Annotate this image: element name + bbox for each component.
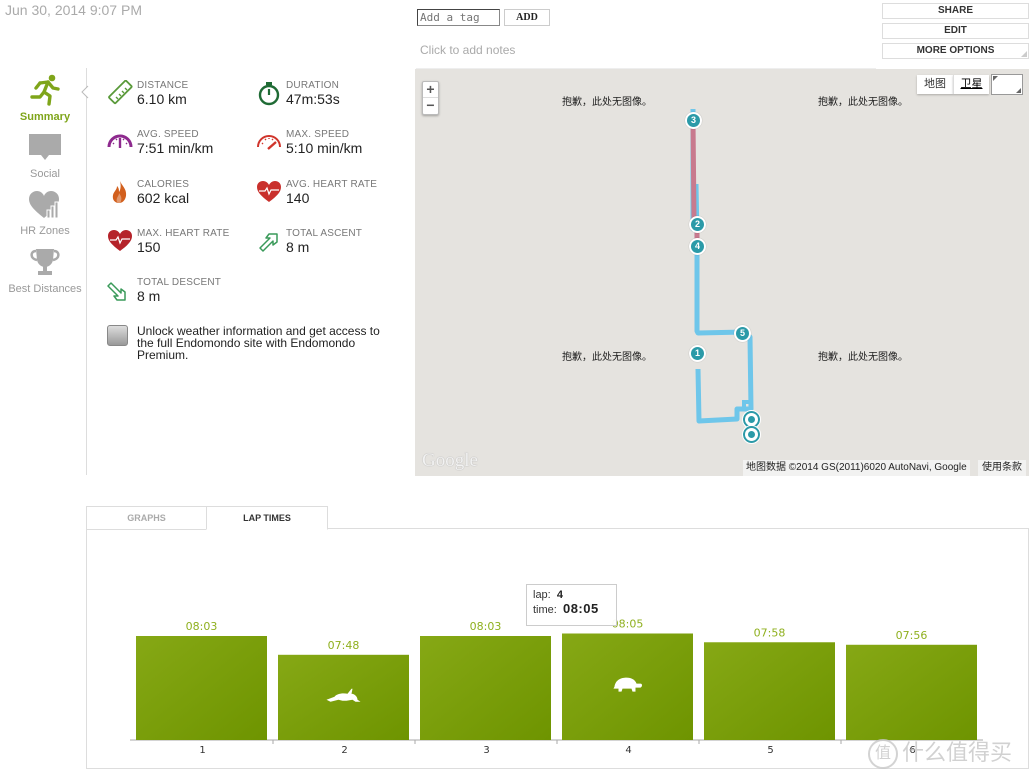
sidebar-label: Social [30,168,60,180]
chart-tabs: GRAPHS LAP TIMES [86,506,1029,530]
tag-input[interactable] [417,9,500,26]
lap-bar-5[interactable] [704,642,835,740]
stat-value: 150 [137,239,161,255]
lap-marker-4[interactable]: 4 [689,238,706,255]
share-button[interactable]: SHARE [882,3,1029,19]
sidebar-label: Best Distances [8,283,82,295]
stat-value: 602 kcal [137,190,190,206]
arrow-up-right-icon [259,233,278,252]
tooltip-lap-label: lap: [533,589,551,601]
resize-grip-icon [1021,51,1027,57]
tab-graphs[interactable]: GRAPHS [86,506,207,530]
lap-time-label: 07:56 [896,629,928,642]
stat-label: TOTAL DESCENT [137,277,222,288]
lap-marker-1[interactable]: 1 [689,345,706,362]
stat-label: DISTANCE [137,80,189,91]
lap-bar-3[interactable] [420,636,551,740]
stat-value: 7:51 min/km [137,140,214,156]
heart-pulse-icon [257,181,281,202]
lap-time-label: 08:03 [186,620,218,633]
route-line [690,109,754,424]
stat-value: 8 m [286,239,310,255]
heart-chart-icon [29,191,59,219]
arrow-down-right-icon [107,282,126,301]
tooltip-time-row: time: 08:05 [533,601,610,616]
map-type-map-button[interactable]: 地图 [917,75,953,94]
x-axis-label: 3 [483,745,489,756]
zoom-in-button[interactable]: + [423,82,438,98]
stat-value: 8 m [137,288,161,304]
fullscreen-icon [993,76,1021,93]
lap-bar-6[interactable] [846,644,977,740]
heart-pulse-max-icon [108,230,132,251]
ruler-icon [108,80,133,105]
sidebar-divider [86,68,87,475]
map-type-satellite-button[interactable]: 卫星 [953,75,989,94]
lap-tooltip: lap: 4 time: 08:05 [526,584,617,626]
stat-label: TOTAL ASCENT [286,228,363,239]
x-axis-label: 5 [767,745,773,756]
fullscreen-button[interactable] [991,74,1023,95]
map-zoom-control: + − [422,81,439,115]
stat-label: AVG. SPEED [137,129,199,140]
lap-time-label: 08:03 [470,620,502,633]
stat-label: MAX. HEART RATE [137,228,230,239]
stat-label: CALORIES [137,179,190,190]
speedometer-max-icon [257,135,281,150]
sidebar-item-social[interactable]: Social [0,133,90,181]
sidebar-item-summary[interactable]: Summary [0,74,90,124]
more-options-label: MORE OPTIONS [916,45,995,56]
route-map[interactable]: 抱歉，此处无图像。 抱歉，此处无图像。 抱歉，此处无图像。 抱歉，此处无图像。 … [415,69,1029,476]
lap-marker-3[interactable]: 3 [685,112,702,129]
edit-button[interactable]: EDIT [882,23,1029,39]
lap-time-label: 07:58 [754,626,786,639]
more-options-button[interactable]: MORE OPTIONS [882,43,1029,59]
sidebar-item-best-distances[interactable]: Best Distances [0,248,90,296]
route-path [690,109,754,424]
sidebar-label: HR Zones [20,225,70,237]
runner-icon [30,74,60,106]
sidebar-label: Summary [19,111,71,123]
lap-marker-2[interactable]: 2 [689,216,706,233]
flame-icon [112,181,127,203]
tooltip-time-label: time: [533,604,557,616]
lap-bar-1[interactable] [136,636,267,740]
stat-label: DURATION [286,80,340,91]
x-axis-label: 6 [909,745,915,756]
stopwatch-icon [258,82,280,106]
active-pointer-icon [81,85,89,99]
x-axis-label: 1 [199,745,205,756]
stat-label: MAX. SPEED [286,129,350,140]
speech-bubble-icon [29,134,61,160]
tooltip-time-value: 08:05 [562,601,599,616]
tooltip-lap-row: lap: 4 [533,589,610,601]
stat-value: 47m:53s [286,91,340,107]
speedometer-icon [107,134,133,148]
stat-value: 5:10 min/km [286,140,363,156]
zoom-out-button[interactable]: − [423,98,438,114]
weather-premium-icon [107,325,128,346]
map-attribution: 地图数据 ©2014 GS(2011)6020 AutoNavi, Google [743,460,970,476]
notes-field[interactable]: Click to add notes [420,43,515,57]
promo-text: Unlock weather information and get acces… [137,324,380,362]
start-marker[interactable] [742,425,761,444]
activity-date: Jun 30, 2014 9:07 PM [5,2,142,18]
terms-of-use-link[interactable]: 使用条款 [978,460,1026,476]
x-axis-label: 2 [341,745,347,756]
trophy-icon [30,249,60,275]
tooltip-lap-value: 4 [556,589,563,601]
stat-value: 140 [286,190,310,206]
sidebar-item-hr-zones[interactable]: HR Zones [0,190,90,238]
lap-marker-5[interactable]: 5 [734,325,751,342]
stat-label: AVG. HEART RATE [286,179,378,190]
stat-value: 6.10 km [137,91,187,107]
add-tag-button[interactable]: ADD [504,9,550,26]
tab-lap-times[interactable]: LAP TIMES [206,506,328,530]
google-logo: Google [422,450,478,471]
lap-time-label: 07:48 [328,639,360,652]
x-axis-label: 4 [625,745,631,756]
